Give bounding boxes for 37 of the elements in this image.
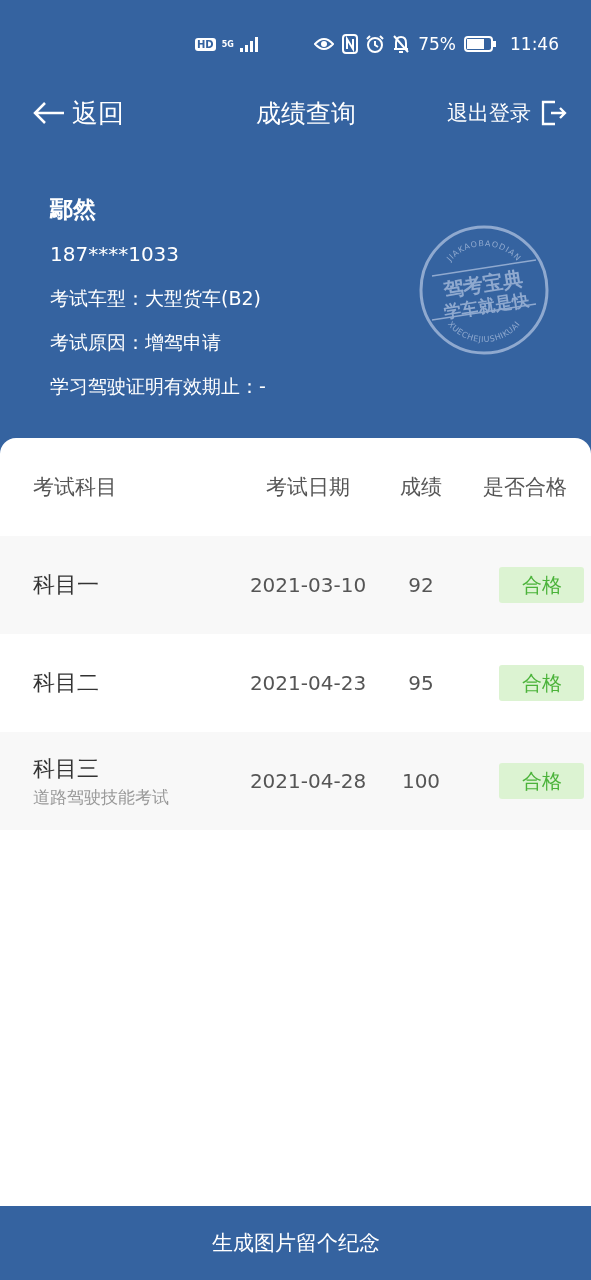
signal-icon xyxy=(239,36,260,52)
eye-icon xyxy=(314,37,335,51)
battery-percent: 75% xyxy=(418,34,456,54)
phone-number: 187****1033 xyxy=(50,241,180,268)
exam-score: 92 xyxy=(407,573,435,597)
back-button[interactable]: 返回 xyxy=(32,95,124,131)
result-badge: 合格 xyxy=(499,567,584,603)
result-badge: 合格 xyxy=(499,665,584,701)
user-name: 鄢然 xyxy=(50,195,96,224)
nfc-icon xyxy=(342,34,359,54)
profile-info: 考试车型：大型货车(B2) xyxy=(50,286,261,311)
bell-off-icon xyxy=(392,34,411,54)
battery-icon xyxy=(464,36,496,52)
result-badge: 合格 xyxy=(499,763,584,799)
exam-date: 2021-04-28 xyxy=(248,769,368,793)
subject-name: 科目一 xyxy=(33,571,100,599)
profile-info: 考试原因：增驾申请 xyxy=(50,330,221,355)
column-header: 考试日期 xyxy=(265,474,351,501)
page-title: 成绩查询 xyxy=(255,97,356,130)
subject-name: 科目三 xyxy=(33,754,100,783)
back-arrow-icon xyxy=(32,101,66,125)
alarm-icon xyxy=(366,35,385,53)
exam-date: 2021-03-10 xyxy=(248,573,368,597)
column-header: 成绩 xyxy=(399,474,443,501)
logout-icon xyxy=(541,100,567,126)
column-header: 是否合格 xyxy=(482,474,568,501)
subject-note: 道路驾驶技能考试 xyxy=(33,785,170,809)
clock-time: 11:46 xyxy=(510,34,559,54)
profile-info: 学习驾驶证明有效期止：- xyxy=(50,374,266,399)
logout-button[interactable]: 退出登录 xyxy=(447,99,567,127)
exam-score: 100 xyxy=(400,769,442,793)
exam-date: 2021-04-23 xyxy=(248,671,368,695)
column-header: 考试科目 xyxy=(33,474,118,501)
exam-score: 95 xyxy=(407,671,435,695)
network-type: 5G xyxy=(221,39,234,49)
hd-icon: HD xyxy=(195,37,216,51)
subject-name: 科目二 xyxy=(33,669,100,697)
